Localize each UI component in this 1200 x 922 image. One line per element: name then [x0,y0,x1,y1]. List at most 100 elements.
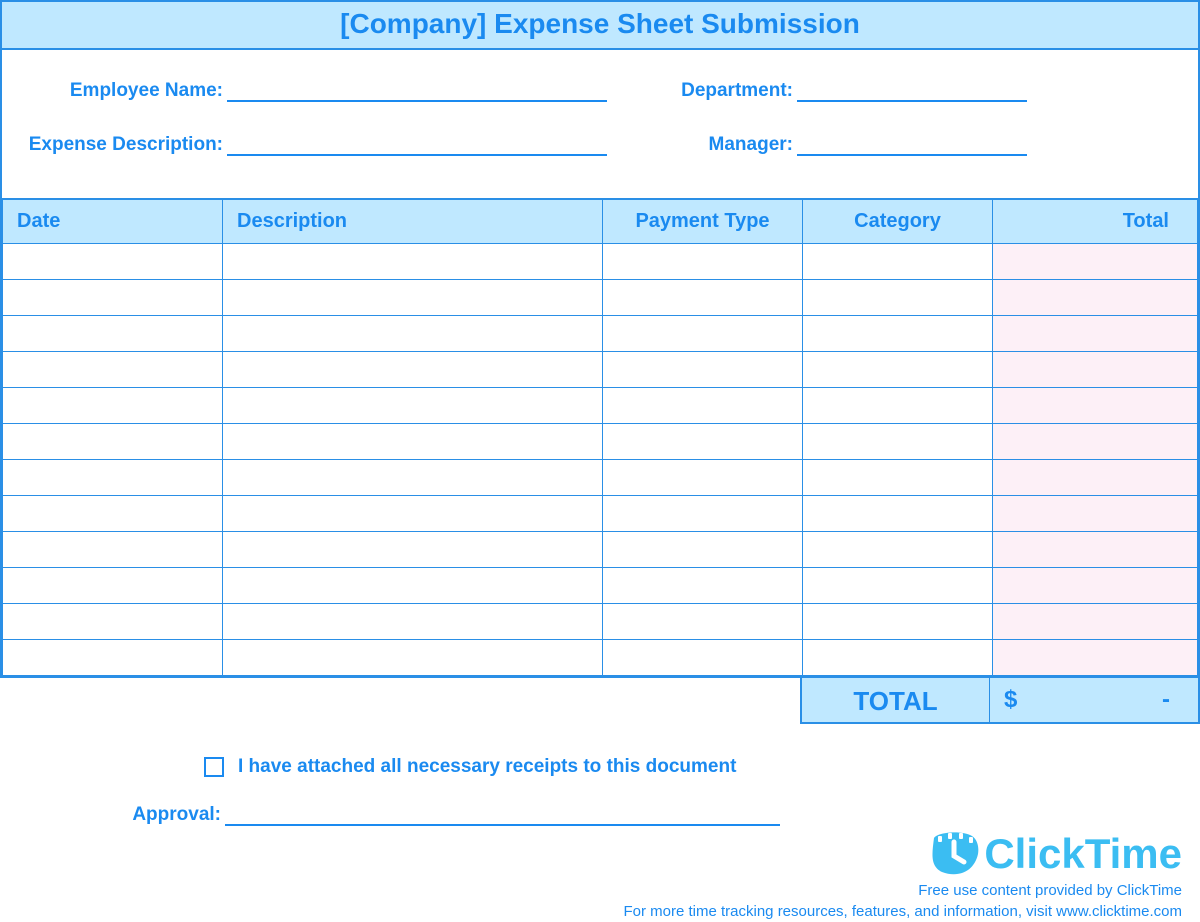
cell-payment_type[interactable] [603,424,803,460]
cell-description[interactable] [223,532,603,568]
cell-date[interactable] [3,244,223,280]
cell-date[interactable] [3,424,223,460]
cell-description[interactable] [223,460,603,496]
grand-total-row: TOTAL $ - [0,678,1200,724]
cell-description[interactable] [223,388,603,424]
manager-label: Manager: [667,134,797,156]
cell-category[interactable] [803,568,993,604]
expense-table: Date Description Payment Type Category T… [2,198,1198,676]
cell-description[interactable] [223,244,603,280]
col-header-date: Date [3,199,223,244]
cell-total[interactable] [993,640,1198,676]
cell-description[interactable] [223,496,603,532]
table-row [3,460,1198,496]
cell-date[interactable] [3,568,223,604]
cell-payment_type[interactable] [603,496,803,532]
cell-payment_type[interactable] [603,640,803,676]
department-field[interactable] [797,78,1027,102]
cell-category[interactable] [803,388,993,424]
expense-description-label: Expense Description: [2,134,227,156]
cell-date[interactable] [3,460,223,496]
credit-line-2: For more time tracking resources, featur… [0,901,1200,922]
table-row [3,388,1198,424]
expense-description-field[interactable] [227,132,607,156]
cell-category[interactable] [803,460,993,496]
table-row [3,640,1198,676]
grand-total-value: $ - [990,678,1200,724]
table-row [3,316,1198,352]
cell-total[interactable] [993,244,1198,280]
cell-total[interactable] [993,424,1198,460]
cell-payment_type[interactable] [603,460,803,496]
cell-payment_type[interactable] [603,352,803,388]
cell-payment_type[interactable] [603,316,803,352]
cell-total[interactable] [993,316,1198,352]
cell-date[interactable] [3,532,223,568]
cell-payment_type[interactable] [603,604,803,640]
cell-category[interactable] [803,604,993,640]
cell-date[interactable] [3,388,223,424]
cell-category[interactable] [803,640,993,676]
cell-date[interactable] [3,280,223,316]
table-row [3,280,1198,316]
cell-date[interactable] [3,496,223,532]
page-title: [Company] Expense Sheet Submission [2,2,1198,50]
expense-sheet-page: [Company] Expense Sheet Submission Emplo… [0,0,1200,678]
cell-payment_type[interactable] [603,280,803,316]
cell-total[interactable] [993,604,1198,640]
cell-date[interactable] [3,352,223,388]
table-row [3,244,1198,280]
employee-name-field[interactable] [227,78,607,102]
cell-category[interactable] [803,352,993,388]
cell-description[interactable] [223,316,603,352]
cell-description[interactable] [223,568,603,604]
cell-payment_type[interactable] [603,388,803,424]
table-row [3,604,1198,640]
receipts-text: I have attached all necessary receipts t… [238,756,736,778]
cell-date[interactable] [3,640,223,676]
cell-category[interactable] [803,424,993,460]
col-header-payment-type: Payment Type [603,199,803,244]
cell-description[interactable] [223,604,603,640]
header-info: Employee Name: Department: Expense Descr… [2,50,1198,198]
cell-category[interactable] [803,280,993,316]
table-row [3,352,1198,388]
cell-total[interactable] [993,568,1198,604]
grand-total-label: TOTAL [800,678,990,724]
cell-description[interactable] [223,280,603,316]
cell-description[interactable] [223,640,603,676]
employee-name-label: Employee Name: [2,80,227,102]
cell-description[interactable] [223,424,603,460]
cell-total[interactable] [993,388,1198,424]
cell-category[interactable] [803,316,993,352]
cell-date[interactable] [3,316,223,352]
cell-category[interactable] [803,496,993,532]
manager-field[interactable] [797,132,1027,156]
cell-payment_type[interactable] [603,568,803,604]
cell-category[interactable] [803,532,993,568]
cell-description[interactable] [223,352,603,388]
cell-total[interactable] [993,496,1198,532]
approval-field[interactable] [225,802,780,826]
table-row [3,568,1198,604]
table-row [3,532,1198,568]
table-row [3,424,1198,460]
cell-date[interactable] [3,604,223,640]
cell-total[interactable] [993,280,1198,316]
cell-payment_type[interactable] [603,244,803,280]
credit-line-1: Free use content provided by ClickTime [0,880,1200,901]
department-label: Department: [667,80,797,102]
approval-label: Approval: [0,804,225,826]
cell-payment_type[interactable] [603,532,803,568]
grand-total-currency: $ [1004,686,1017,714]
cell-total[interactable] [993,352,1198,388]
clock-icon [928,832,980,876]
col-header-description: Description [223,199,603,244]
cell-category[interactable] [803,244,993,280]
table-row [3,496,1198,532]
brand-text: ClickTime [984,830,1182,878]
cell-total[interactable] [993,460,1198,496]
col-header-category: Category [803,199,993,244]
receipts-checkbox[interactable] [204,757,224,777]
cell-total[interactable] [993,532,1198,568]
